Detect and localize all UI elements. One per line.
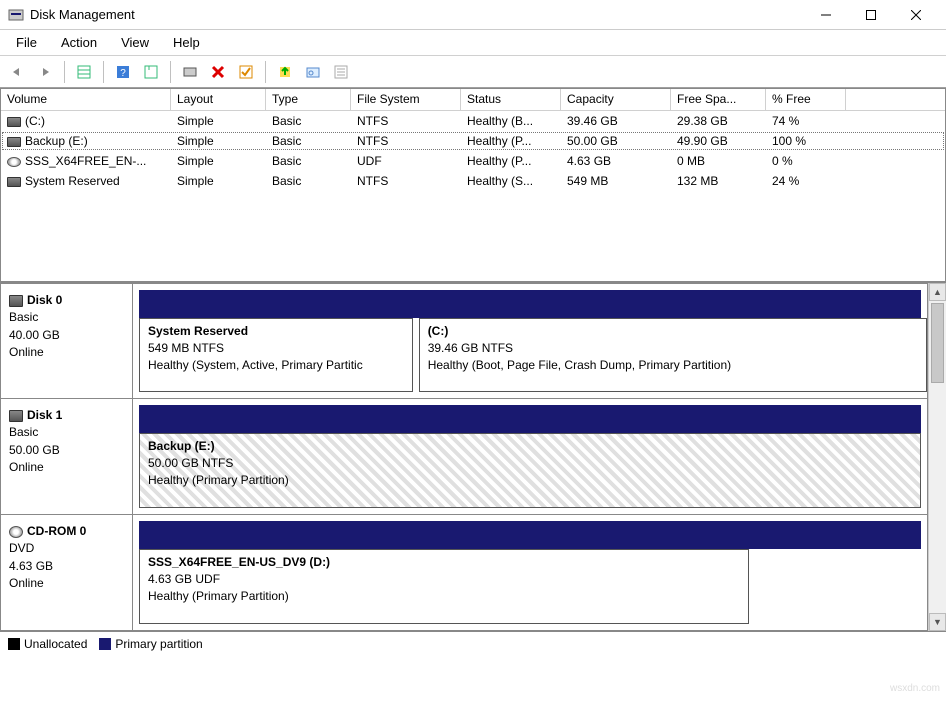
scroll-thumb[interactable] — [931, 303, 944, 383]
volume-rows: (C:)SimpleBasicNTFSHealthy (B...39.46 GB… — [1, 111, 945, 281]
disk-info[interactable]: CD-ROM 0DVD4.63 GBOnline — [1, 515, 133, 630]
column-type[interactable]: Type — [266, 89, 351, 110]
volume-columns: Volume Layout Type File System Status Ca… — [1, 89, 945, 111]
drive-hdd-icon — [7, 137, 21, 147]
action1-icon[interactable] — [272, 60, 298, 84]
column-status[interactable]: Status — [461, 89, 561, 110]
column-pctfree[interactable]: % Free — [766, 89, 846, 110]
refresh-icon[interactable] — [138, 60, 164, 84]
delete-icon[interactable] — [205, 60, 231, 84]
menubar: File Action View Help — [0, 30, 946, 56]
disk-header-bar — [139, 290, 921, 318]
table-row[interactable]: System ReservedSimpleBasicNTFSHealthy (S… — [1, 171, 945, 191]
column-volume[interactable]: Volume — [1, 89, 171, 110]
menu-help[interactable]: Help — [161, 31, 212, 54]
disk-entry: CD-ROM 0DVD4.63 GBOnlineSSS_X64FREE_EN-U… — [0, 515, 928, 631]
partition[interactable]: SSS_X64FREE_EN-US_DV9 (D:)4.63 GB UDFHea… — [139, 549, 749, 624]
drive-hdd-icon — [7, 117, 21, 127]
menu-view[interactable]: View — [109, 31, 161, 54]
toolbar-divider — [64, 61, 65, 83]
table-row[interactable]: SSS_X64FREE_EN-...SimpleBasicUDFHealthy … — [1, 151, 945, 171]
settings-icon[interactable] — [300, 60, 326, 84]
legend-primary: Primary partition — [99, 637, 202, 651]
grid-icon[interactable] — [71, 60, 97, 84]
menu-file[interactable]: File — [4, 31, 49, 54]
vertical-scrollbar[interactable]: ▲ ▼ — [928, 283, 946, 631]
check-icon[interactable] — [233, 60, 259, 84]
help-icon[interactable]: ? — [110, 60, 136, 84]
partition[interactable]: Backup (E:)50.00 GB NTFSHealthy (Primary… — [139, 433, 921, 508]
svg-text:?: ? — [120, 68, 126, 79]
toolbar-divider — [103, 61, 104, 83]
legend: Unallocated Primary partition — [0, 631, 946, 655]
disk-partitions: System Reserved549 MB NTFSHealthy (Syste… — [133, 284, 927, 398]
partition[interactable]: (C:)39.46 GB NTFSHealthy (Boot, Page Fil… — [419, 318, 927, 392]
disk-entry: Disk 0Basic40.00 GBOnlineSystem Reserved… — [0, 283, 928, 399]
table-row[interactable]: Backup (E:)SimpleBasicNTFSHealthy (P...5… — [1, 131, 945, 151]
scroll-up-icon[interactable]: ▲ — [929, 283, 946, 301]
table-row[interactable]: (C:)SimpleBasicNTFSHealthy (B...39.46 GB… — [1, 111, 945, 131]
drive-hdd-icon — [9, 410, 23, 422]
app-icon — [8, 7, 24, 23]
drive-hdd-icon — [7, 177, 21, 187]
disk-info[interactable]: Disk 1Basic50.00 GBOnline — [1, 399, 133, 514]
toolbar: ? — [0, 56, 946, 88]
volume-table: Volume Layout Type File System Status Ca… — [0, 88, 946, 281]
minimize-button[interactable] — [803, 1, 848, 29]
disk-header-bar — [139, 521, 921, 549]
titlebar: Disk Management — [0, 0, 946, 30]
list-icon[interactable] — [328, 60, 354, 84]
back-icon[interactable] — [4, 60, 30, 84]
drive-dvd-icon — [7, 157, 21, 167]
drive-dvd-icon — [9, 526, 23, 538]
partition[interactable]: System Reserved549 MB NTFSHealthy (Syste… — [139, 318, 413, 392]
drive-hdd-icon — [9, 295, 23, 307]
maximize-button[interactable] — [848, 1, 893, 29]
column-filesystem[interactable]: File System — [351, 89, 461, 110]
toolbar-divider — [265, 61, 266, 83]
column-freespace[interactable]: Free Spa... — [671, 89, 766, 110]
forward-icon[interactable] — [32, 60, 58, 84]
window-title: Disk Management — [30, 7, 135, 22]
disk-partitions: SSS_X64FREE_EN-US_DV9 (D:)4.63 GB UDFHea… — [133, 515, 927, 630]
close-button[interactable] — [893, 1, 938, 29]
column-capacity[interactable]: Capacity — [561, 89, 671, 110]
legend-unallocated: Unallocated — [8, 637, 87, 651]
watermark: wsxdn.com — [890, 683, 940, 694]
disk-graphical-panel: Disk 0Basic40.00 GBOnlineSystem Reserved… — [0, 281, 946, 631]
disk-entry: Disk 1Basic50.00 GBOnlineBackup (E:)50.0… — [0, 399, 928, 515]
disk-partitions: Backup (E:)50.00 GB NTFSHealthy (Primary… — [133, 399, 927, 514]
disk-header-bar — [139, 405, 921, 433]
menu-action[interactable]: Action — [49, 31, 109, 54]
scroll-down-icon[interactable]: ▼ — [929, 613, 946, 631]
toolbar-divider — [170, 61, 171, 83]
column-layout[interactable]: Layout — [171, 89, 266, 110]
disk-info[interactable]: Disk 0Basic40.00 GBOnline — [1, 284, 133, 398]
disk-list-icon[interactable] — [177, 60, 203, 84]
